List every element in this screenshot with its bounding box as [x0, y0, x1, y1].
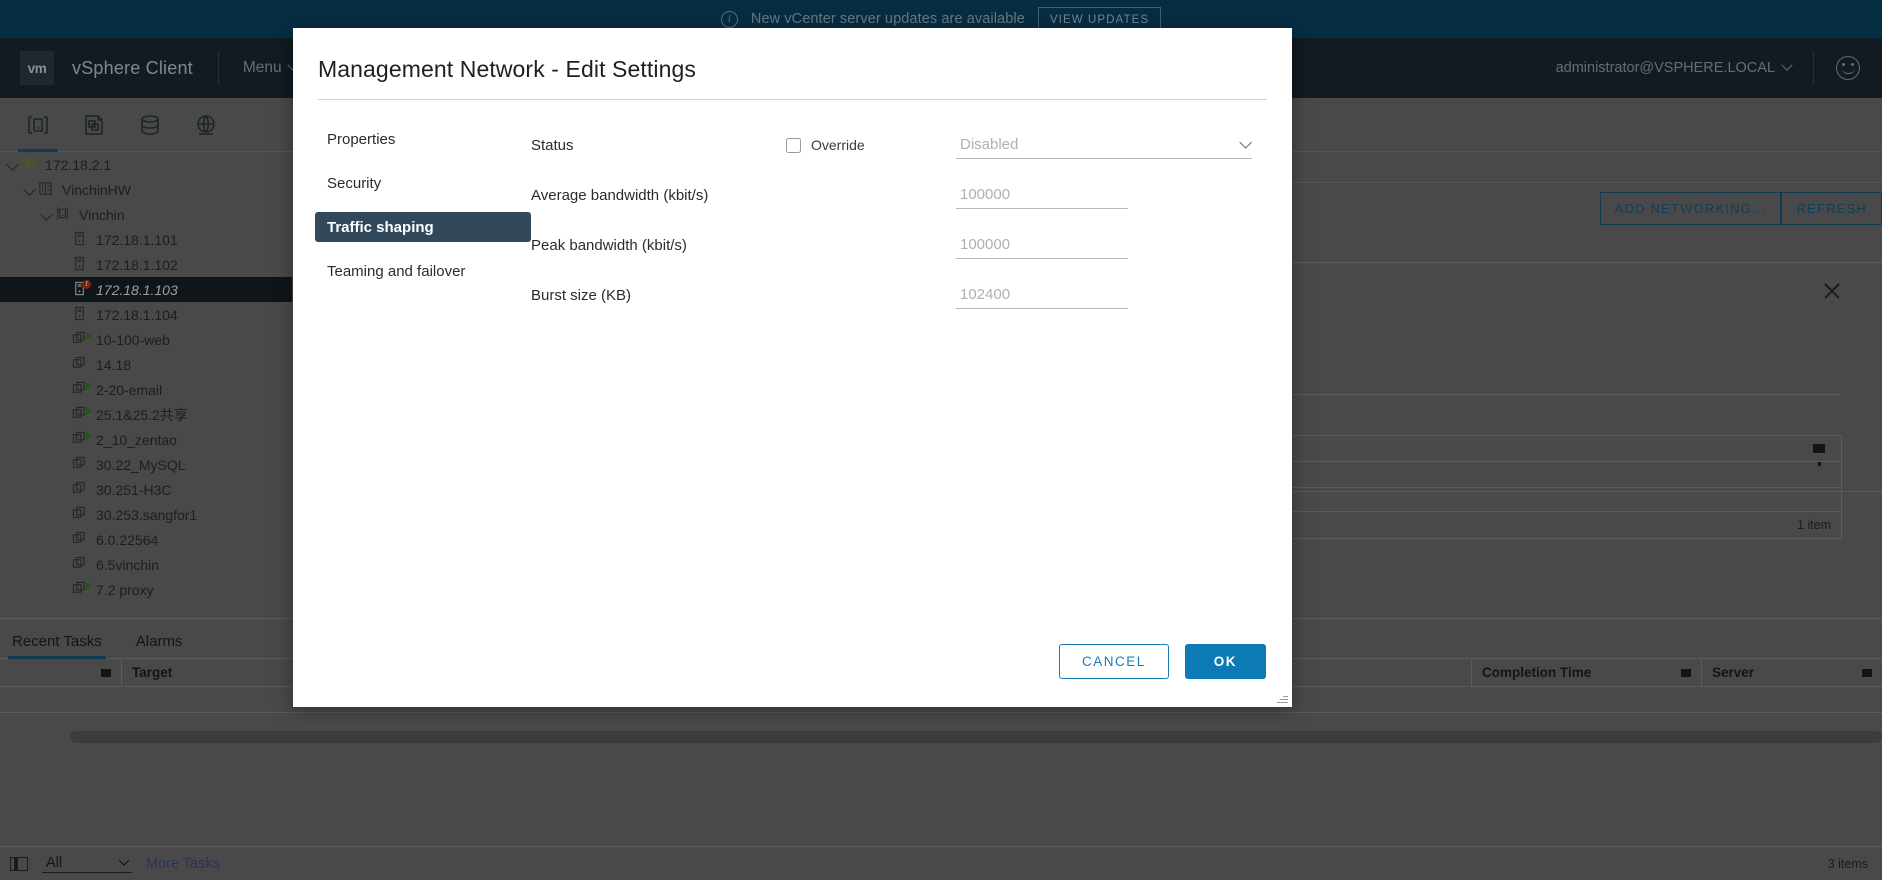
- dialog-side-nav[interactable]: Properties Security Traffic shaping Teaming…: [293, 120, 531, 316]
- override-label: Override: [811, 137, 865, 153]
- traffic-shaping-form: Status Override Disabled Average bandwid…: [531, 120, 1292, 316]
- dialog-nav-item-traffic-shaping[interactable]: Traffic shaping: [315, 212, 531, 242]
- peak-bandwidth-input[interactable]: 100000: [956, 231, 1128, 259]
- burst-size-value: 102400: [960, 286, 1011, 303]
- average-bandwidth-value: 100000: [960, 186, 1011, 203]
- status-override-group[interactable]: Override: [786, 137, 956, 153]
- average-bandwidth-input[interactable]: 100000: [956, 181, 1128, 209]
- resize-grip[interactable]: [1276, 692, 1288, 704]
- dialog-nav-label: Teaming and failover: [327, 262, 466, 280]
- dialog-footer: CANCEL OK: [293, 615, 1292, 707]
- status-select[interactable]: Disabled: [956, 131, 1252, 159]
- dialog-nav-item-properties[interactable]: Properties: [315, 124, 531, 154]
- peak-bandwidth-label: Peak bandwidth (kbit/s): [531, 236, 687, 254]
- burst-size-row: Burst size (KB) 102400: [531, 274, 1252, 316]
- dialog-nav-item-security[interactable]: Security: [315, 168, 531, 198]
- burst-size-input[interactable]: 102400: [956, 281, 1128, 309]
- ok-button[interactable]: OK: [1184, 643, 1266, 679]
- dialog-nav-item-teaming-and-failover[interactable]: Teaming and failover: [315, 256, 531, 286]
- chevron-down-icon: [1239, 136, 1252, 149]
- edit-settings-dialog: Management Network - Edit Settings Prope…: [293, 28, 1292, 707]
- status-row: Status Override Disabled: [531, 124, 1252, 166]
- dialog-nav-label: Properties: [327, 130, 396, 148]
- average-bandwidth-label: Average bandwidth (kbit/s): [531, 186, 709, 204]
- dialog-nav-label: Traffic shaping: [327, 218, 434, 236]
- status-select-value: Disabled: [960, 136, 1019, 153]
- cancel-button[interactable]: CANCEL: [1058, 643, 1169, 679]
- vsphere-client-window: i New vCenter server updates are availab…: [0, 0, 1882, 880]
- burst-size-label: Burst size (KB): [531, 286, 632, 304]
- dialog-nav-label: Security: [327, 174, 382, 192]
- peak-bandwidth-row: Peak bandwidth (kbit/s) 100000: [531, 224, 1252, 266]
- status-label: Status: [531, 136, 574, 154]
- override-checkbox[interactable]: [786, 137, 801, 153]
- dialog-title: Management Network - Edit Settings: [318, 56, 696, 82]
- peak-bandwidth-value: 100000: [960, 236, 1011, 253]
- average-bandwidth-row: Average bandwidth (kbit/s) 100000: [531, 174, 1252, 216]
